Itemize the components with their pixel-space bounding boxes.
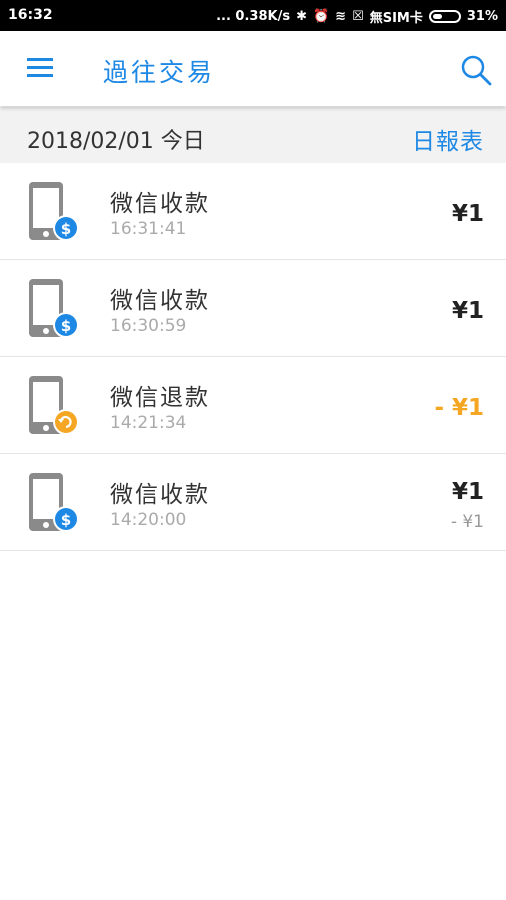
transaction-row[interactable]: $ 微信收款 14:20:00 ¥1 - ¥1 xyxy=(0,454,506,551)
status-time: 16:32 xyxy=(8,7,53,23)
app-bar: 過往交易 xyxy=(0,31,506,106)
phone-refund-icon xyxy=(29,376,79,435)
phone-payment-icon: $ xyxy=(29,279,79,338)
phone-payment-icon: $ xyxy=(29,182,79,241)
transaction-row[interactable]: $ 微信收款 16:31:41 ¥1 xyxy=(0,163,506,260)
battery-icon xyxy=(428,10,461,23)
transaction-name: 微信退款 xyxy=(110,385,210,411)
svg-text:$: $ xyxy=(61,511,71,529)
transaction-time: 16:31:41 xyxy=(110,219,187,239)
bluetooth-icon: ✱ xyxy=(296,9,307,24)
transaction-time: 16:30:59 xyxy=(110,316,187,336)
transaction-name: 微信收款 xyxy=(110,288,210,314)
date-label: 2018/02/01 今日 xyxy=(27,129,205,154)
sim-status: 無SIM卡 xyxy=(369,11,423,26)
transaction-amount: - ¥1 xyxy=(434,395,484,421)
transaction-amount: ¥1 xyxy=(451,201,484,227)
daily-report-link[interactable]: 日報表 xyxy=(412,122,484,156)
refunded-amount: - ¥1 xyxy=(450,512,484,532)
wifi-icon: ≋ xyxy=(335,9,347,24)
status-bar: 16:32 ... 0.38K/s ✱ ⏰ ≋ ☒ 無SIM卡 31% xyxy=(0,0,506,31)
battery-level: 31% xyxy=(466,9,498,24)
transaction-name: 微信收款 xyxy=(110,191,210,217)
date-header: 2018/02/01 今日 日報表 xyxy=(0,107,506,163)
transaction-row[interactable]: 微信退款 14:21:34 - ¥1 xyxy=(0,357,506,454)
net-speed: ... 0.38K/s xyxy=(216,9,291,24)
svg-text:$: $ xyxy=(61,317,71,335)
phone-payment-icon: $ xyxy=(29,473,79,532)
search-icon[interactable] xyxy=(460,54,492,86)
hamburger-menu-icon[interactable] xyxy=(27,58,53,78)
transaction-row[interactable]: $ 微信收款 16:30:59 ¥1 xyxy=(0,260,506,357)
transaction-amount: ¥1 xyxy=(451,298,484,324)
transaction-name: 微信收款 xyxy=(110,482,210,508)
status-icons: ... 0.38K/s ✱ ⏰ ≋ ☒ 無SIM卡 31% xyxy=(216,7,498,26)
transaction-list: $ 微信收款 16:31:41 ¥1 $ 微信收款 16:30:59 ¥1 微信… xyxy=(0,163,506,551)
sim-icon: ☒ xyxy=(352,9,364,24)
page-title: 過往交易 xyxy=(103,58,216,87)
svg-text:$: $ xyxy=(61,220,71,238)
alarm-icon: ⏰ xyxy=(312,9,330,24)
transaction-time: 14:21:34 xyxy=(110,413,187,433)
transaction-time: 14:20:00 xyxy=(110,510,187,530)
transaction-amount: ¥1 xyxy=(451,479,484,505)
